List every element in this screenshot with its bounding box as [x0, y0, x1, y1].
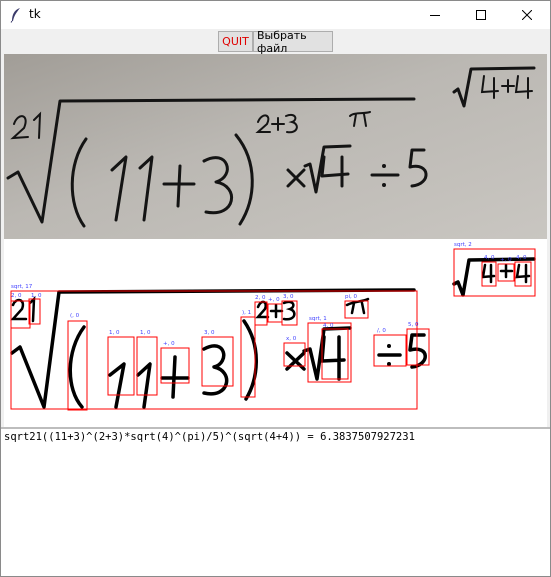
result-text-area[interactable]: sqrt21((11+3)^(2+3)*sqrt(4)^(pi)/5)^(sqr… [1, 429, 550, 576]
window-title: tk [29, 7, 41, 21]
label-plus-a: +, 0 [500, 257, 512, 263]
label-pi: pi, 0 [345, 294, 358, 300]
label-two-b: 2, 0 [255, 295, 266, 301]
label-times: x, 0 [286, 336, 297, 342]
detection-box [321, 328, 349, 380]
formula-photo [4, 54, 547, 239]
detection-canvas: sqrt, 2 4, 0 +, 0 4, 0 sqrt, 17 2, 0 1, … [4, 239, 547, 427]
label-plus-c: +, 0 [163, 341, 175, 347]
label-one-c: 1, 0 [140, 330, 151, 336]
label-one-a: 1, 0 [31, 293, 42, 299]
label-sqrt-outer: sqrt, 2 [454, 242, 472, 248]
label-four-c: 4, 0 [323, 323, 334, 329]
close-button[interactable] [504, 1, 550, 29]
maximize-icon [476, 10, 486, 20]
detection-box [373, 334, 407, 367]
title-bar[interactable]: tk [1, 1, 550, 29]
label-paren-open: (, 0 [70, 313, 80, 319]
label-four-a: 4, 0 [484, 255, 495, 261]
label-sqrt-inner: sqrt, 1 [309, 316, 327, 322]
feather-icon [10, 8, 20, 23]
label-five: 5, 0 [408, 322, 419, 328]
result-expression: sqrt21((11+3)^(2+3)*sqrt(4)^(pi)/5)^(sqr… [4, 431, 415, 443]
detection-box [201, 336, 234, 387]
label-one-b: 1, 0 [109, 330, 120, 336]
label-paren-close: ), 1 [242, 310, 251, 316]
app-window: tk QUIT Выбрать файл sqrt, 2 4, 0 +, 0 4… [0, 0, 551, 577]
label-four-b: 4, 0 [516, 255, 527, 261]
toolbar: QUIT Выбрать файл [1, 29, 550, 55]
maximize-button[interactable] [458, 1, 504, 29]
label-plus-b: +, 0 [268, 297, 280, 303]
label-divide: /, 0 [377, 328, 386, 334]
choose-file-button[interactable]: Выбрать файл [253, 29, 333, 55]
label-sqrt-main: sqrt, 17 [11, 284, 33, 290]
close-icon [522, 10, 532, 20]
label-three-a: 3, 0 [283, 294, 294, 300]
quit-button[interactable]: QUIT [218, 31, 253, 52]
minimize-button[interactable] [412, 1, 458, 29]
label-three-b: 3, 0 [204, 330, 215, 336]
minimize-icon [430, 15, 440, 16]
label-two-a: 2, 0 [11, 293, 22, 299]
